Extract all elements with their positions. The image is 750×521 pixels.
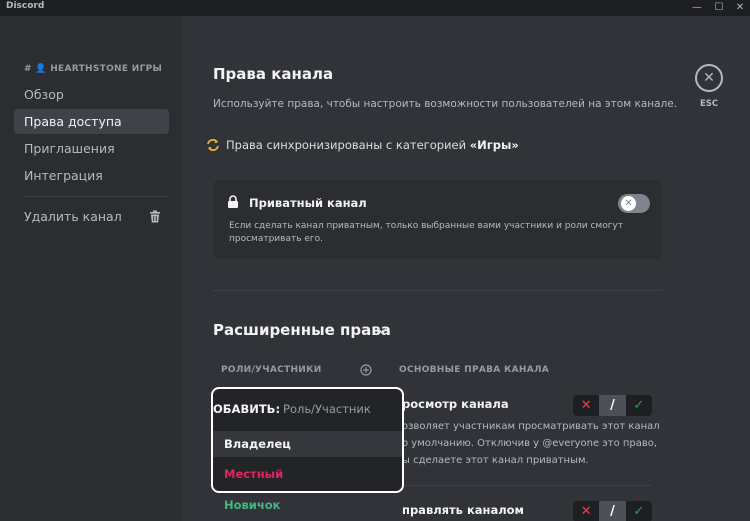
sidebar-item-permissions[interactable]: Права доступа [14, 109, 169, 134]
section-divider [213, 290, 662, 291]
trash-icon [150, 210, 160, 223]
sidebar-item-overview[interactable]: Обзор [14, 82, 169, 107]
neutral-button[interactable]: / [599, 395, 626, 416]
add-role-placeholder: Роль/Участник [283, 402, 371, 416]
close-settings-button[interactable]: ✕ [695, 64, 723, 92]
deny-button[interactable]: ✕ [573, 501, 599, 521]
permission-view-channel-tristate: ✕ / ✓ [573, 395, 652, 416]
maximize-button[interactable]: ☐ [708, 0, 730, 16]
private-channel-card: Приватный канал ✕ Если сделать канал при… [213, 180, 662, 259]
sidebar-item-invites[interactable]: Приглашения [14, 136, 169, 161]
permission-description-line: о умолчанию. Отключив у @everyone это пр… [402, 438, 658, 449]
sync-status: Права синхронизированы с категорией «Игр… [207, 138, 519, 152]
channel-name-header: # 👤 HEARTHSTONE ИГРЫ [24, 64, 163, 74]
permission-description-line: ы сделаете этот канал приватным. [402, 455, 589, 466]
page-description: Используйте права, чтобы настроить возмо… [213, 98, 678, 110]
add-role-search[interactable]: ОБАВИТЬ: Роль/Участник [213, 389, 402, 429]
allow-button[interactable]: ✓ [626, 395, 652, 416]
private-channel-title: Приватный канал [249, 196, 367, 210]
delete-channel-button[interactable]: Удалить канал [14, 204, 169, 229]
close-icon: ✕ [703, 70, 715, 86]
permission-view-channel-title: росмотр канала [402, 397, 509, 411]
permission-manage-channel-title: правлять каналом [402, 503, 524, 517]
toggle-off-icon: ✕ [621, 196, 636, 211]
advanced-permissions-title[interactable]: Расширенные права [213, 321, 391, 339]
sync-category: «Игры» [469, 138, 519, 152]
deny-button[interactable]: ✕ [573, 395, 599, 416]
settings-sidebar: # 👤 HEARTHSTONE ИГРЫ Обзор Права доступа… [0, 16, 182, 521]
roles-column-header: РОЛИ/УЧАСТНИКИ [221, 365, 322, 375]
permission-manage-channel-tristate: ✕ / ✓ [573, 501, 652, 521]
allow-button[interactable]: ✓ [626, 501, 652, 521]
sync-text: Права синхронизированы с категорией [226, 138, 470, 152]
window-close-button[interactable]: ✕ [729, 0, 750, 16]
title-bar: Discord — ☐ ✕ [0, 0, 750, 16]
app-title: Discord [6, 1, 45, 11]
permission-divider [399, 485, 652, 486]
delete-channel-label: Удалить канал [24, 209, 122, 224]
add-role-icon[interactable] [360, 364, 372, 376]
private-channel-description: Если сделать канал приватным, только выб… [229, 221, 624, 244]
neutral-button[interactable]: / [599, 501, 626, 521]
sync-icon [207, 139, 219, 151]
permissions-column-header: ОСНОВНЫЕ ПРАВА КАНАЛА [399, 365, 550, 375]
chevron-down-icon[interactable] [376, 326, 388, 336]
role-list-item[interactable]: Новичок [224, 498, 280, 512]
sidebar-item-integrations[interactable]: Интеграция [14, 163, 169, 188]
dropdown-item-local[interactable]: Местный [213, 461, 402, 487]
page-title: Права канала [213, 65, 334, 83]
minimize-button[interactable]: — [686, 0, 708, 16]
dropdown-item-owner[interactable]: Владелец [213, 431, 402, 457]
permission-description-line: озволяет участникам просматривать этот к… [402, 421, 660, 432]
private-channel-toggle[interactable]: ✕ [618, 194, 650, 213]
lock-icon [228, 195, 238, 208]
esc-label: ESC [700, 99, 719, 109]
sidebar-divider [24, 196, 168, 197]
add-role-prefix: ОБАВИТЬ: [213, 402, 281, 416]
add-role-dropdown: ОБАВИТЬ: Роль/Участник Владелец Местный [211, 387, 404, 493]
